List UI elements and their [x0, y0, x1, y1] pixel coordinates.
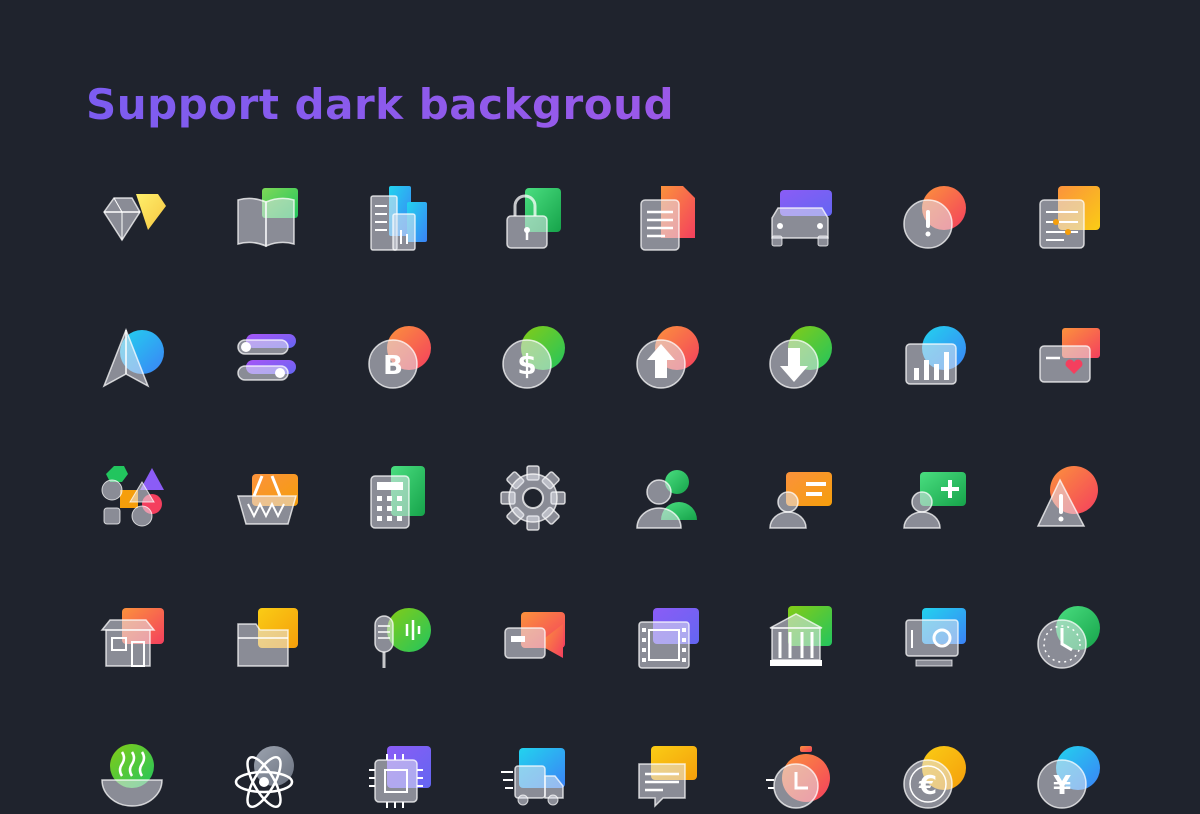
bank-icon — [766, 602, 836, 674]
microphone-icon — [365, 602, 435, 674]
shapes-icon — [98, 462, 168, 534]
car-icon — [766, 182, 836, 254]
video-camera-icon — [499, 602, 569, 674]
warning-icon — [1034, 462, 1104, 534]
store-icon — [98, 602, 168, 674]
film-icon — [633, 602, 703, 674]
basket-icon — [232, 462, 302, 534]
upload-icon — [633, 322, 703, 394]
svg-text:$: $ — [517, 348, 536, 381]
download-icon — [766, 322, 836, 394]
chat-icon — [633, 742, 703, 814]
yen-coin-icon: ¥ — [1034, 742, 1104, 814]
gear-icon — [499, 462, 569, 534]
send-icon — [98, 322, 168, 394]
calculator-icon — [365, 462, 435, 534]
diamond-icon — [98, 182, 168, 254]
buildings-icon — [365, 182, 435, 254]
book-icon — [232, 182, 302, 254]
svg-text:¥: ¥ — [1053, 771, 1071, 801]
settings-list-icon — [1034, 182, 1104, 254]
bar-chart-icon — [900, 322, 970, 394]
svg-text:€: € — [918, 771, 937, 801]
toggles-icon — [232, 322, 302, 394]
folder-icon — [232, 602, 302, 674]
svg-text:B: B — [383, 351, 403, 381]
id-card-icon — [766, 462, 836, 534]
page-title: Support dark backgroud — [86, 80, 675, 129]
stopwatch-icon — [766, 742, 836, 814]
document-icon — [633, 182, 703, 254]
dollar-coin-icon: $ — [499, 322, 569, 394]
euro-coin-icon: € — [900, 742, 970, 814]
delivery-truck-icon — [499, 742, 569, 814]
add-user-icon — [900, 462, 970, 534]
chip-icon — [365, 742, 435, 814]
alert-circle-icon — [900, 182, 970, 254]
icon-grid: B $ € ¥ — [98, 182, 1104, 814]
bitcoin-icon: B — [365, 322, 435, 394]
monitor-chart-icon — [900, 602, 970, 674]
clock-icon — [1034, 602, 1104, 674]
heart-card-icon — [1034, 322, 1104, 394]
user-icon — [633, 462, 703, 534]
atom-icon — [232, 742, 302, 814]
bowl-icon — [98, 742, 168, 814]
lock-icon — [499, 182, 569, 254]
